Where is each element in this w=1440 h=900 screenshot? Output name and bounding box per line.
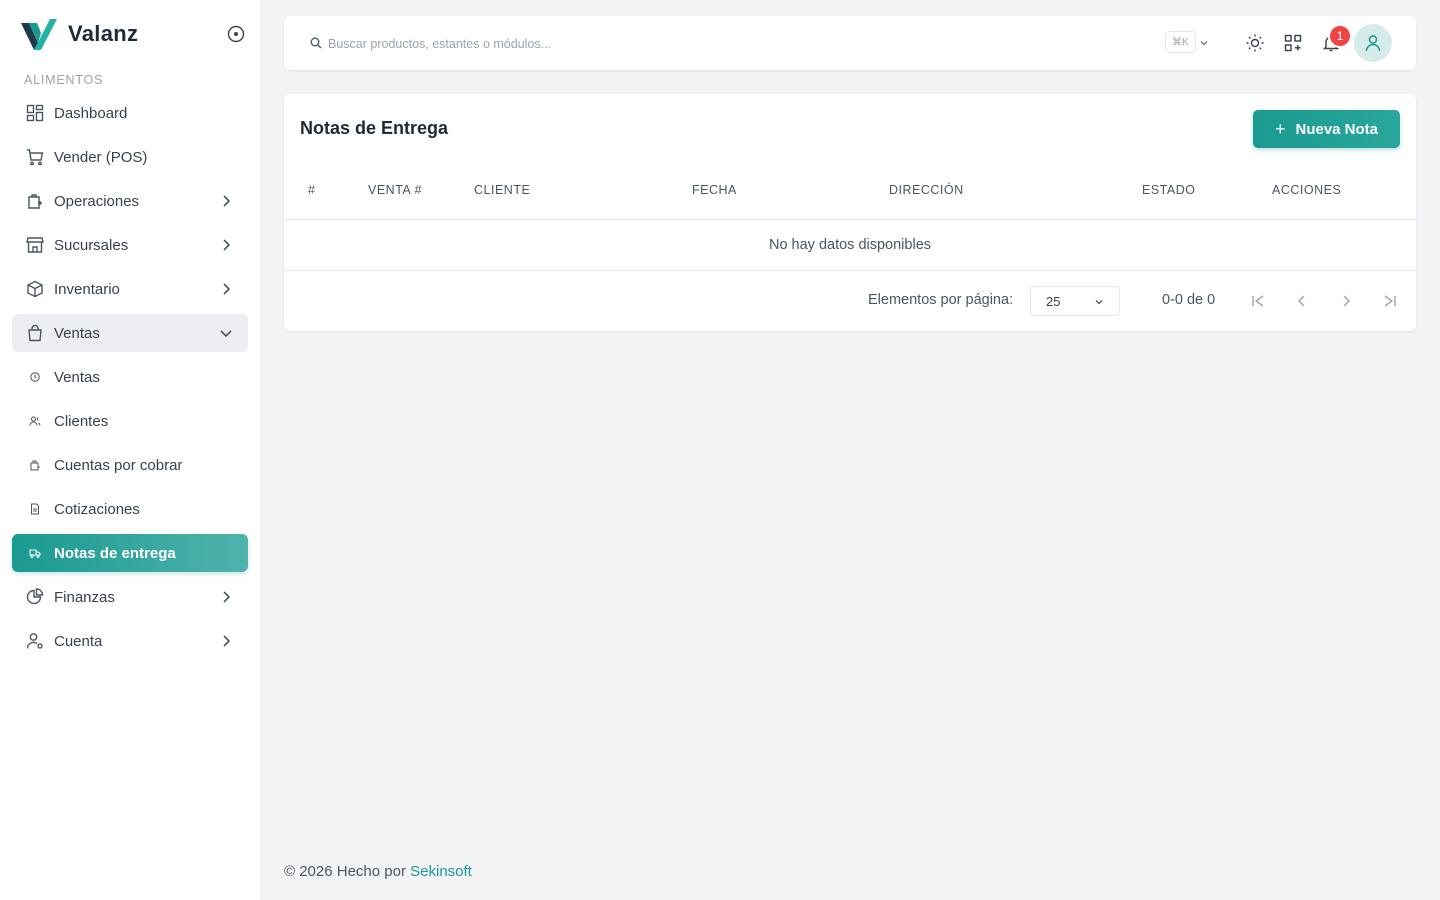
store-icon: [24, 234, 46, 256]
sidebar-nav: Dashboard Vender (POS) Operaciones Sucur…: [12, 94, 248, 666]
search-icon: [310, 37, 322, 49]
sidebar-item-sucursales[interactable]: Sucursales: [12, 226, 248, 264]
sidebar-item-ventas[interactable]: Ventas: [12, 314, 248, 352]
first-page-icon: [1252, 295, 1264, 307]
sidebar-item-label: Cuenta: [54, 632, 103, 650]
sidebar-item-label: Dashboard: [54, 104, 128, 122]
delivery-notes-card: Notas de Entrega + Nueva Nota # VENTA # …: [284, 94, 1416, 331]
first-page-button[interactable]: [1247, 290, 1269, 312]
sun-icon: [1246, 34, 1264, 52]
sidebar-item-label: Cotizaciones: [54, 500, 140, 518]
next-page-button[interactable]: [1335, 290, 1357, 312]
sidebar-toggle-button[interactable]: [226, 24, 246, 44]
chevron-down-icon[interactable]: [1198, 37, 1210, 49]
sidebar-item-ventas-list[interactable]: Ventas: [12, 358, 248, 396]
empty-state-row: No hay datos disponibles: [284, 220, 1416, 271]
chevron-right-icon: [223, 195, 231, 207]
topbar: ⌘K 1: [284, 16, 1416, 70]
sidebar-item-dashboard[interactable]: Dashboard: [12, 94, 248, 132]
circle-dot-icon: [227, 25, 245, 43]
column-header[interactable]: ESTADO: [1142, 183, 1195, 197]
page-size-select[interactable]: 25: [1030, 286, 1120, 316]
delivery-note-icon: [24, 542, 46, 564]
sidebar-item-label: Ventas: [54, 368, 100, 386]
quote-icon: [24, 498, 46, 520]
new-note-label: Nueva Nota: [1295, 120, 1379, 138]
footer-link[interactable]: Sekinsoft: [410, 863, 472, 880]
shopping-bag-icon: [24, 322, 46, 344]
sidebar-item-cuenta[interactable]: Cuenta: [12, 622, 248, 660]
logo-icon: [21, 19, 57, 50]
sidebar-item-inventario[interactable]: Inventario: [12, 270, 248, 308]
column-header[interactable]: #: [308, 183, 315, 197]
sidebar-item-notas-de-entrega[interactable]: Notas de entrega: [12, 534, 248, 572]
cart-icon: [24, 146, 46, 168]
sidebar-item-label: Vender (POS): [54, 148, 148, 166]
sidebar-item-cuentas-por-cobrar[interactable]: Cuentas por cobrar: [12, 446, 248, 484]
chevron-right-icon: [223, 283, 231, 295]
sidebar-item-label: Cuentas por cobrar: [54, 456, 183, 474]
footer-text: © 2026 Hecho por: [284, 863, 406, 880]
sidebar-item-label: Inventario: [54, 280, 120, 298]
sidebar-item-finanzas[interactable]: Finanzas: [12, 578, 248, 616]
sidebar-item-label: Operaciones: [54, 192, 140, 210]
sidebar-item-pos[interactable]: Vender (POS): [12, 138, 248, 176]
apps-grid-icon: [1284, 34, 1302, 52]
column-header[interactable]: ACCIONES: [1272, 183, 1341, 197]
apps-button[interactable]: [1282, 32, 1304, 54]
footer: © 2026 Hecho por Sekinsoft: [284, 863, 472, 880]
column-header[interactable]: CLIENTE: [474, 183, 530, 197]
search-input[interactable]: [328, 33, 1028, 55]
brand[interactable]: Valanz: [20, 16, 138, 52]
theme-toggle-button[interactable]: [1244, 32, 1266, 54]
column-header[interactable]: DIRECCIÓN: [889, 183, 964, 197]
sidebar-item-cotizaciones[interactable]: Cotizaciones: [12, 490, 248, 528]
sidebar-item-label: Notas de entrega: [54, 544, 176, 562]
user-icon: [1365, 35, 1381, 52]
chevron-right-icon: [223, 239, 231, 251]
shortcut-hint: ⌘K: [1165, 31, 1196, 53]
column-header[interactable]: FECHA: [692, 183, 737, 197]
previous-page-button[interactable]: [1291, 290, 1313, 312]
chevron-down-icon: [1095, 300, 1103, 305]
sidebar-item-clientes[interactable]: Clientes: [12, 402, 248, 440]
chevron-down-icon: [220, 330, 232, 338]
dashboard-icon: [24, 102, 46, 124]
plus-icon: +: [1274, 118, 1286, 139]
table-header: # VENTA # CLIENTE FECHA DIRECCIÓN ESTADO…: [284, 170, 1416, 220]
chevron-right-icon: [1343, 295, 1350, 307]
chevron-left-icon: [1298, 295, 1305, 307]
history-icon: [24, 366, 46, 388]
chevron-right-icon: [223, 635, 231, 647]
sidebar-item-label: Clientes: [54, 412, 109, 430]
page-size-label: Elementos por página:: [868, 292, 1014, 308]
brand-name: Valanz: [68, 21, 139, 46]
last-page-icon: [1384, 295, 1396, 307]
page-size-value: 25: [1046, 293, 1061, 309]
chart-pie-icon: [24, 586, 46, 608]
page-range: 0-0 de 0: [1162, 292, 1216, 308]
user-settings-icon: [24, 630, 46, 652]
last-page-button[interactable]: [1379, 290, 1401, 312]
chevron-right-icon: [223, 591, 231, 603]
avatar[interactable]: [1354, 24, 1392, 62]
new-note-button[interactable]: + Nueva Nota: [1253, 110, 1400, 148]
column-header[interactable]: VENTA #: [368, 183, 422, 197]
sidebar-item-operaciones[interactable]: Operaciones: [12, 182, 248, 220]
operations-icon: [24, 190, 46, 212]
users-icon: [24, 410, 46, 432]
notification-badge: 1: [1328, 24, 1352, 48]
box-icon: [24, 278, 46, 300]
sidebar-section-label: ALIMENTOS: [24, 73, 104, 87]
receivable-icon: [24, 454, 46, 476]
page-title: Notas de Entrega: [300, 118, 449, 138]
sidebar: Valanz ALIMENTOS Dashboard Vender (POS) …: [0, 0, 260, 900]
sidebar-item-label: Finanzas: [54, 588, 115, 606]
sidebar-item-label: Sucursales: [54, 236, 129, 254]
sidebar-item-label: Ventas: [54, 324, 100, 342]
